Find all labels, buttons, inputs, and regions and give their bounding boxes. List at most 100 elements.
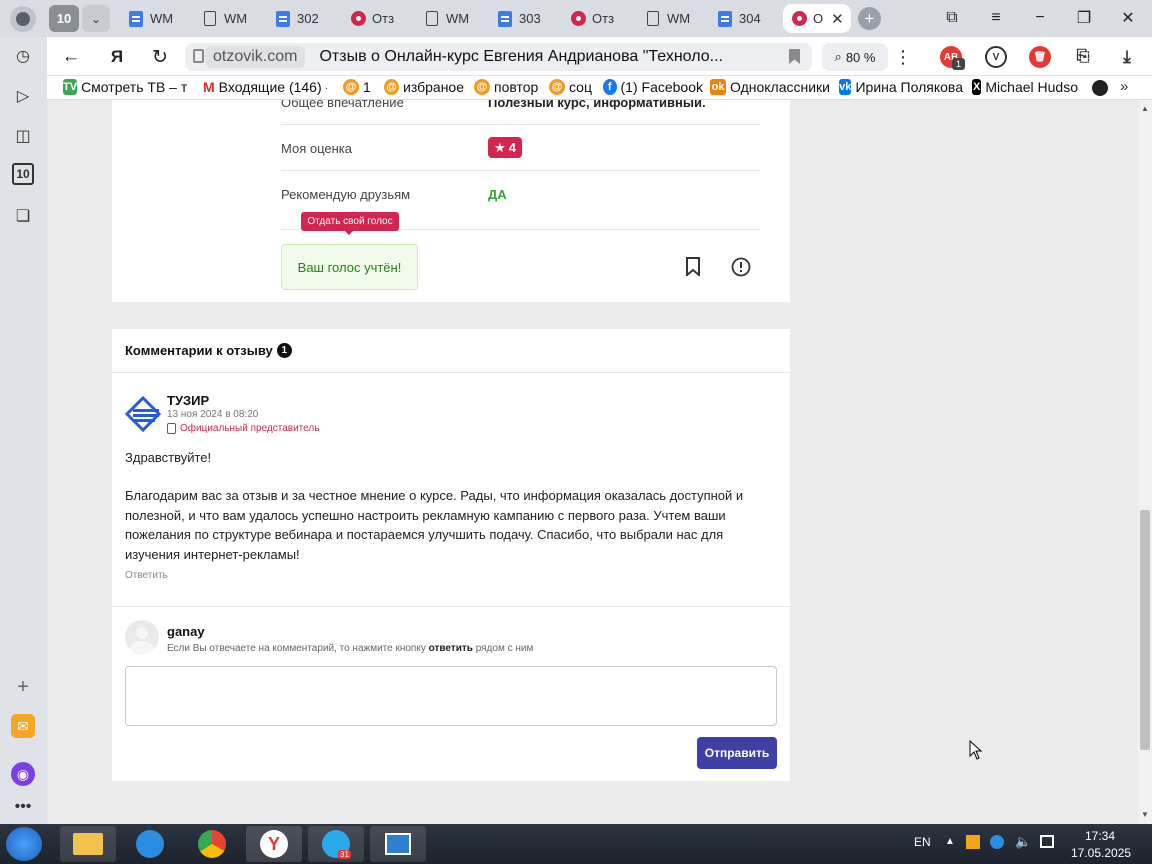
- impression-label: Общее впечатление: [281, 100, 404, 110]
- zoom-button[interactable]: ⌕ 80 %: [822, 43, 888, 71]
- bookmark-icon[interactable]: [789, 49, 800, 64]
- tab-active[interactable]: О ✕: [783, 4, 851, 33]
- bookmark-item[interactable]: vk Ирина Полякова: [839, 79, 963, 95]
- yandex-browser-icon: Y: [260, 830, 288, 858]
- reply-textarea[interactable]: [125, 666, 777, 726]
- vpn-icon[interactable]: V: [985, 46, 1007, 68]
- url-field[interactable]: otzovik.com Отзыв о Онлайн-курс Евгения …: [185, 43, 812, 71]
- tab-0[interactable]: WM: [128, 4, 184, 33]
- media-app[interactable]: [370, 826, 426, 862]
- x-icon: X: [972, 79, 982, 95]
- report-icon[interactable]: [731, 257, 751, 277]
- bookmark-item[interactable]: @ избраное: [384, 79, 464, 95]
- tab-1[interactable]: WM: [202, 4, 258, 33]
- tray-network-icon[interactable]: [990, 835, 1004, 849]
- star-icon: ★: [494, 139, 506, 155]
- alice-icon[interactable]: ◉: [11, 762, 35, 786]
- tab-2[interactable]: 302: [275, 4, 331, 33]
- trash-icon[interactable]: 🗑: [1029, 46, 1051, 68]
- tab-7[interactable]: WM: [645, 4, 701, 33]
- page-scrollbar[interactable]: ▲ ▼: [1138, 100, 1152, 824]
- chrome-app[interactable]: [184, 826, 240, 862]
- restore-icon[interactable]: ❐: [1072, 6, 1096, 30]
- back-icon[interactable]: ←: [58, 44, 84, 70]
- scroll-thumb[interactable]: [1140, 510, 1150, 750]
- send-button[interactable]: Отправить: [697, 737, 777, 769]
- tray-arrow-icon[interactable]: ▲: [945, 836, 955, 847]
- close-window-icon[interactable]: ✕: [1116, 6, 1140, 30]
- collections-icon[interactable]: ⧉: [940, 6, 964, 30]
- more-icon[interactable]: ⋮: [890, 44, 916, 70]
- tv-icon: TV: [63, 79, 78, 95]
- history-icon[interactable]: [1092, 80, 1108, 96]
- bookmark-label: Ирина Полякова: [855, 79, 963, 95]
- vote-tooltip: Отдать свой голос: [301, 212, 399, 235]
- yandex-icon[interactable]: Я: [104, 44, 130, 70]
- tab-8[interactable]: 304: [717, 4, 773, 33]
- folder-icon: [73, 833, 103, 855]
- new-tab-button[interactable]: +: [858, 7, 881, 30]
- download-icon[interactable]: ⤓: [1116, 46, 1138, 68]
- language-indicator[interactable]: EN: [914, 835, 931, 849]
- vk-icon: vk: [839, 79, 852, 95]
- official-rep-badge: Официальный представитель: [167, 423, 319, 434]
- comment-author[interactable]: ТУЗИР: [167, 393, 209, 408]
- bookmark-review-icon[interactable]: [685, 257, 701, 278]
- ie-app[interactable]: [122, 826, 178, 862]
- tab-5[interactable]: 303: [497, 4, 553, 33]
- address-bar: ← Я ↻ otzovik.com Отзыв о Онлайн-курс Ев…: [0, 37, 1152, 76]
- yandex-app[interactable]: Y: [246, 826, 302, 862]
- start-button[interactable]: [6, 827, 42, 861]
- action-center-icon[interactable]: [1040, 835, 1054, 848]
- bookmark-item[interactable]: f (1) Facebook: [603, 79, 703, 95]
- reply-link[interactable]: Ответить: [125, 570, 168, 581]
- clock-icon[interactable]: ◷: [10, 43, 36, 69]
- gmail-icon: M: [203, 79, 215, 95]
- volume-icon[interactable]: 🔈: [1015, 834, 1031, 850]
- clock-time[interactable]: 17:34: [1085, 829, 1115, 843]
- bookmark-item[interactable]: ok Одноклассники: [710, 79, 830, 95]
- docs-icon[interactable]: ⎘: [1072, 46, 1094, 68]
- tab-4[interactable]: WM: [424, 4, 480, 33]
- facebook-icon: f: [603, 79, 617, 95]
- bookmark-item[interactable]: @ повтор: [474, 79, 540, 95]
- scroll-up-icon[interactable]: ▲: [1141, 104, 1149, 113]
- bookmark-item[interactable]: TV Смотреть ТВ – те: [63, 79, 187, 95]
- more-dots-icon[interactable]: •••: [10, 794, 36, 820]
- cards-icon[interactable]: ❏: [10, 203, 36, 229]
- tab-6[interactable]: Отз: [570, 4, 626, 33]
- play-icon[interactable]: ▷: [10, 83, 36, 109]
- minimize-icon[interactable]: −: [1028, 6, 1052, 30]
- close-tab-icon[interactable]: ✕: [831, 10, 844, 28]
- more-bookmarks-icon[interactable]: »: [1120, 78, 1128, 95]
- explorer-app[interactable]: [60, 826, 116, 862]
- recommend-label: Рекомендую друзьям: [281, 187, 411, 202]
- clock-date[interactable]: 17.05.2025: [1071, 846, 1131, 860]
- mouse-cursor-icon: [969, 739, 983, 760]
- profile-avatar[interactable]: [10, 6, 36, 32]
- badge-icon: [167, 423, 176, 434]
- tab-counter[interactable]: 10: [49, 5, 79, 32]
- menu-icon[interactable]: ≡: [984, 6, 1008, 30]
- add-icon[interactable]: +: [10, 674, 36, 700]
- ten-icon[interactable]: 10: [12, 163, 34, 185]
- bookmark-item[interactable]: @1: [343, 79, 373, 95]
- wow-icon: @: [549, 79, 565, 95]
- bookmark-item[interactable]: M Входящие (146) -: [203, 79, 327, 95]
- document-icon: [498, 10, 512, 27]
- chevron-down-icon[interactable]: ⌄: [82, 5, 110, 32]
- bookmark-item[interactable]: @ соц: [549, 79, 593, 95]
- bookmark-item[interactable]: X Michael Hudso: [972, 79, 1078, 95]
- scroll-down-icon[interactable]: ▼: [1141, 810, 1149, 819]
- tray-app-icon[interactable]: [966, 835, 980, 849]
- domain-chip[interactable]: otzovik.com: [205, 46, 306, 68]
- reload-icon[interactable]: ↻: [147, 44, 173, 70]
- page-title: Отзыв о Онлайн-курс Евгения Андрианова "…: [319, 48, 723, 65]
- mail-icon[interactable]: ✉: [11, 714, 35, 738]
- camera-icon[interactable]: ◫: [10, 123, 36, 149]
- telegram-app[interactable]: 31: [308, 826, 364, 862]
- recommend-value: ДА: [488, 187, 507, 202]
- tuzir-logo-avatar[interactable]: [124, 395, 162, 433]
- tab-3[interactable]: Отз: [350, 4, 406, 33]
